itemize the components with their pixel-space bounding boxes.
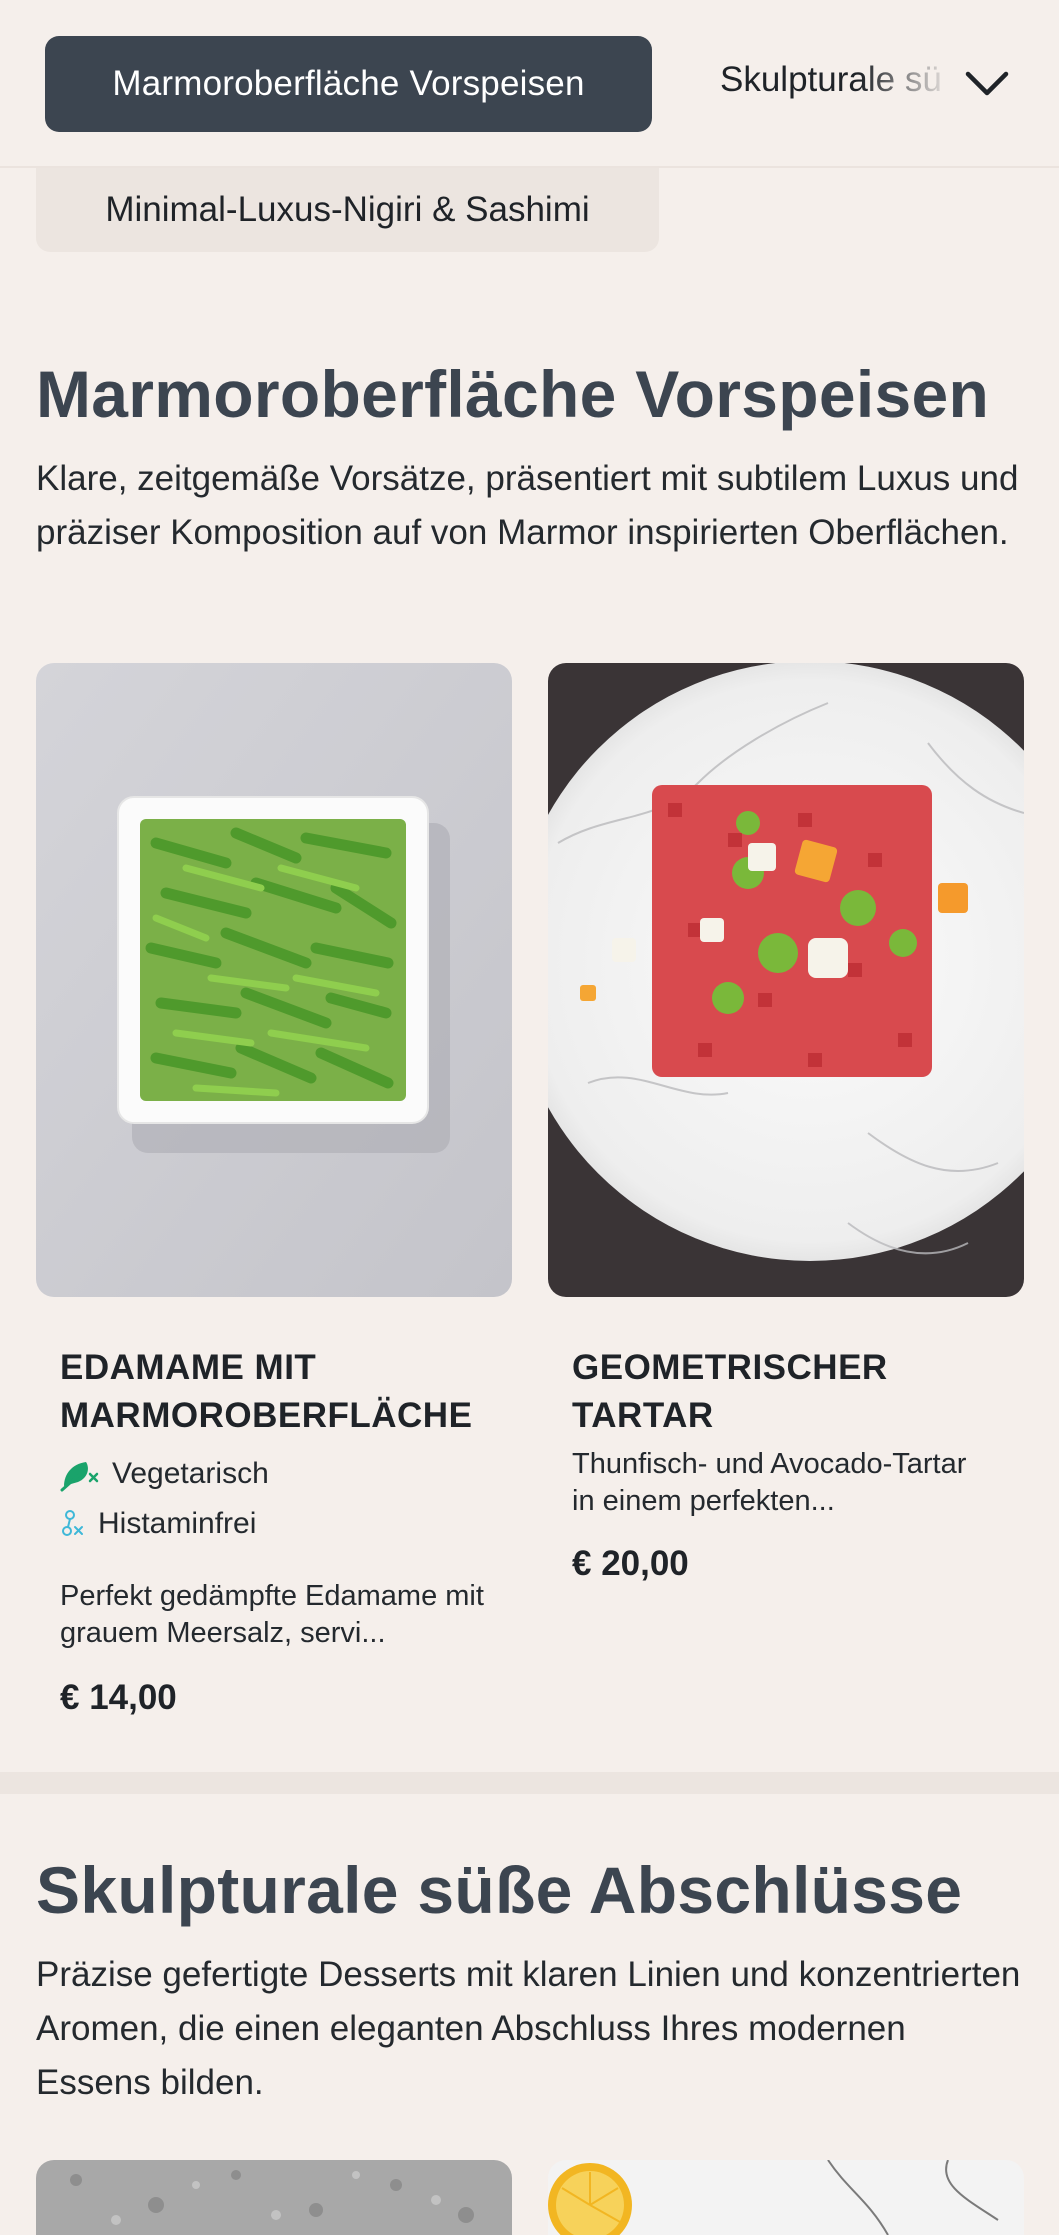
histamine-free-icon bbox=[62, 1510, 83, 1536]
dietary-tag: Vegetarisch bbox=[60, 1456, 269, 1492]
section-description: Klare, zeitgemäße Vorsätze, präsentiert … bbox=[36, 459, 1019, 552]
dietary-tag-label: Vegetarisch bbox=[112, 1457, 269, 1490]
chevron-down-icon bbox=[965, 71, 1009, 96]
dietary-tag: Histaminfrei bbox=[60, 1507, 256, 1541]
vegetarian-icon bbox=[60, 1462, 99, 1492]
menu-item-title: GEOMETRISCHER TARTAR bbox=[572, 1348, 888, 1435]
menu-item-description: Thunfisch- und Avocado-Tartar in einem p… bbox=[572, 1448, 967, 1517]
category-tab-label: Marmoroberfläche Vorspeisen bbox=[112, 64, 585, 103]
menu-item-image-dessert-1[interactable] bbox=[36, 2160, 512, 2235]
section-title: Skulpturale süße Abschlüsse bbox=[36, 1853, 963, 1927]
scroll-fade bbox=[860, 40, 970, 130]
menu-item-price: € 14,00 bbox=[60, 1678, 177, 1717]
menu-item-title: EDAMAME MIT MARMOROBERFLÄCHE bbox=[60, 1348, 473, 1435]
section-description: Präzise gefertigte Desserts mit klaren L… bbox=[36, 1955, 1021, 2102]
menu-item-image-edamame[interactable] bbox=[36, 663, 512, 1297]
category-dropdown-button[interactable] bbox=[955, 52, 1019, 116]
menu-item-image-dessert-2[interactable] bbox=[548, 2160, 1024, 2235]
menu-item-price: € 20,00 bbox=[572, 1544, 689, 1583]
category-tab-active[interactable]: Marmoroberfläche Vorspeisen bbox=[45, 36, 652, 132]
category-tab-label: Minimal-Luxus-Nigiri & Sashimi bbox=[105, 190, 590, 229]
section-title: Marmoroberfläche Vorspeisen bbox=[36, 357, 990, 431]
dietary-tag-label: Histaminfrei bbox=[98, 1507, 257, 1540]
menu-item-description: Perfekt gedämpfte Edamame mit grauem Mee… bbox=[60, 1580, 484, 1649]
category-tab-nigiri-sashimi[interactable]: Minimal-Luxus-Nigiri & Sashimi bbox=[36, 168, 659, 252]
category-nav-bar: Marmoroberfläche Vorspeisen Skulpturale … bbox=[0, 0, 1059, 168]
menu-item-image-tartar[interactable] bbox=[548, 663, 1024, 1297]
section-divider bbox=[0, 1772, 1059, 1794]
